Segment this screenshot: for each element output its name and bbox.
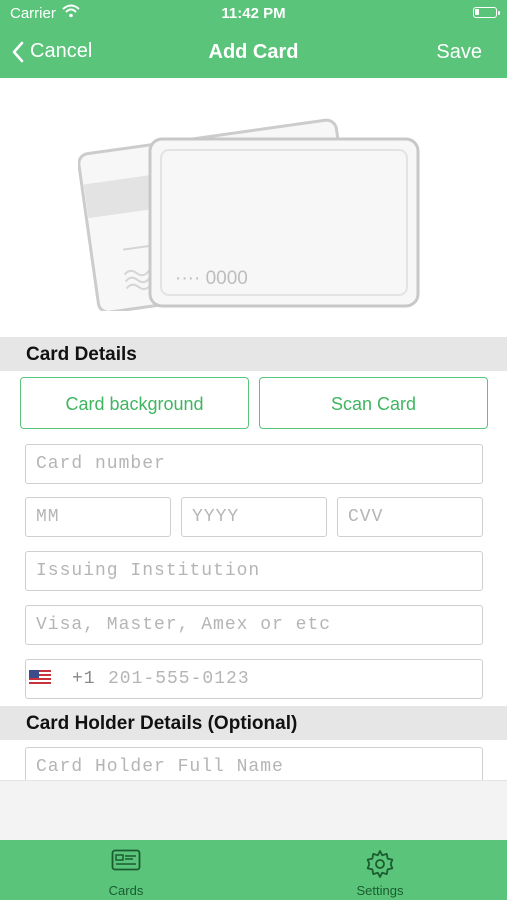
us-flag-icon[interactable] [29, 670, 51, 685]
scan-card-button[interactable]: Scan Card [259, 377, 488, 429]
expiry-month-field [25, 497, 171, 537]
tab-cards-label: Cards [108, 883, 144, 898]
keyboard-spacer [0, 780, 507, 841]
tab-bar: Cards Settings [0, 840, 507, 900]
card-background-button[interactable]: Card background [20, 377, 249, 429]
battery-icon [473, 7, 500, 18]
issuing-institution-input[interactable] [26, 552, 482, 590]
status-bar: Carrier 11:42 PM [0, 0, 507, 28]
card-icon [111, 849, 141, 871]
card-number-field [25, 444, 483, 484]
cancel-button[interactable]: Cancel [12, 40, 92, 63]
tab-settings[interactable]: Settings [300, 840, 460, 900]
cvv-input[interactable] [338, 498, 482, 536]
country-code[interactable]: +1 [72, 669, 96, 689]
expiry-year-input[interactable] [182, 498, 326, 536]
tab-settings-label: Settings [356, 883, 404, 898]
expiry-year-field [181, 497, 327, 537]
card-illustration: ···· 0000 [78, 118, 420, 311]
cvv-field [337, 497, 483, 537]
card-network-input[interactable] [26, 606, 482, 644]
phone-input[interactable] [102, 660, 502, 698]
chevron-left-icon [12, 41, 24, 62]
gear-icon [366, 850, 394, 878]
issuing-institution-field [25, 551, 483, 591]
save-button[interactable]: Save [436, 41, 482, 64]
card-network-field [25, 605, 483, 645]
navigation-bar: Cancel Add Card Save [0, 28, 507, 78]
card-number-input[interactable] [26, 445, 482, 483]
tab-cards[interactable]: Cards [46, 840, 206, 900]
phone-field: +1 [25, 659, 502, 699]
status-time: 11:42 PM [221, 5, 286, 22]
card-number-mask: ···· 0000 [175, 268, 248, 289]
card-details-header: Card Details [0, 337, 507, 371]
cancel-label: Cancel [30, 40, 93, 62]
expiry-month-input[interactable] [26, 498, 170, 536]
card-preview-area: ···· 0000 [0, 78, 507, 336]
card-holder-details-header: Card Holder Details (Optional) [0, 706, 507, 740]
